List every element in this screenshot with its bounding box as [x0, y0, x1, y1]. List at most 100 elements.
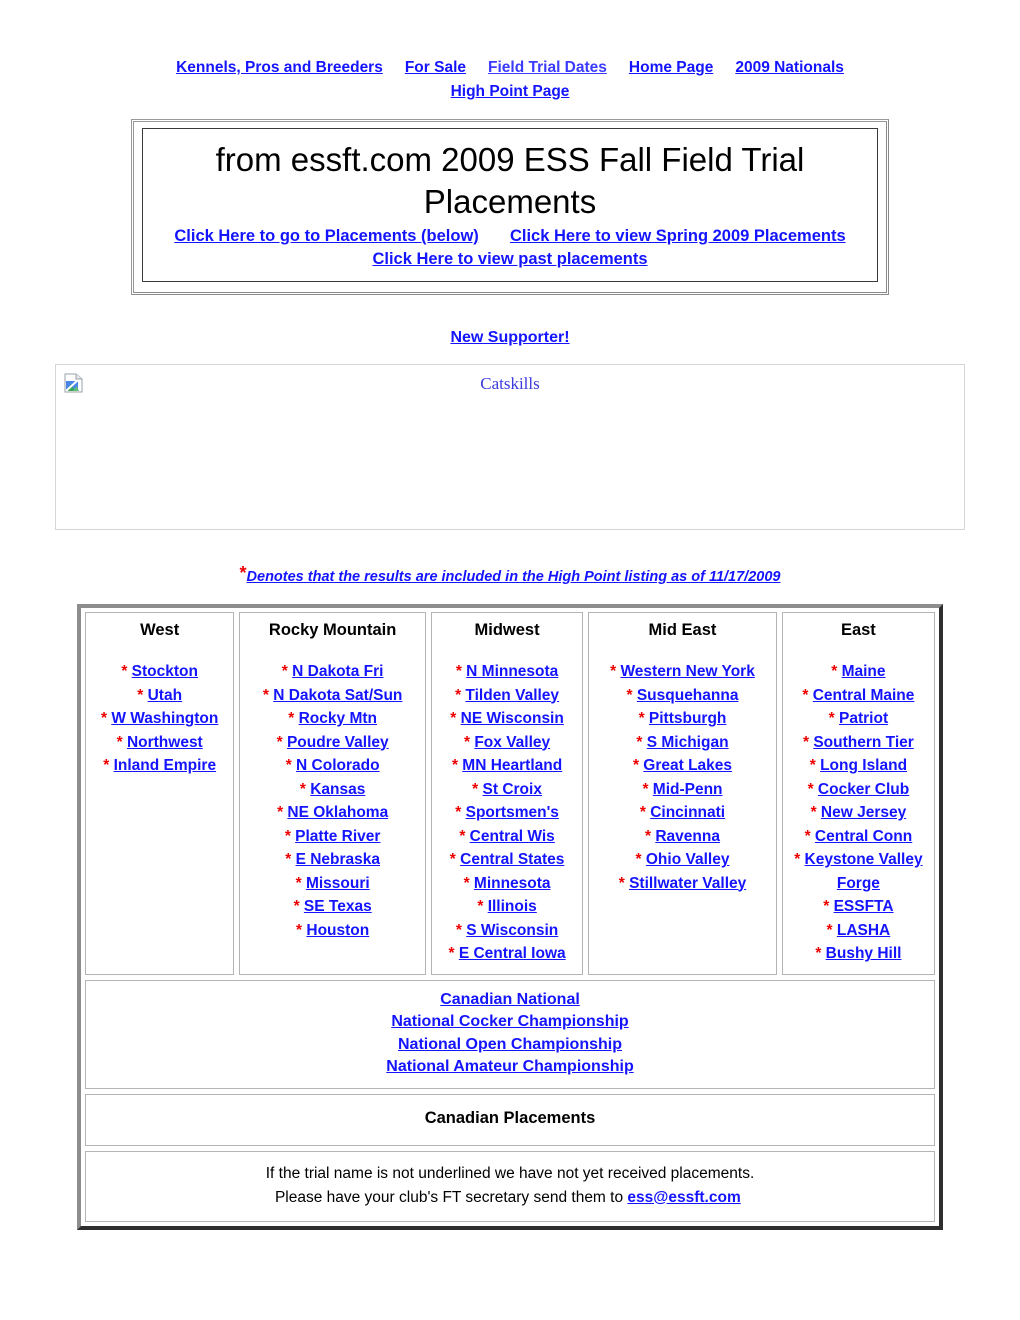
trial-link-central-conn[interactable]: Central Conn — [815, 828, 912, 845]
trial-link-cocker-club[interactable]: Cocker Club — [818, 781, 909, 798]
trial-link-southern-tier[interactable]: Southern Tier — [813, 734, 913, 751]
trial-link-n-dakota-fri[interactable]: N Dakota Fri — [292, 663, 383, 680]
trial-link-cincinnati[interactable]: Cincinnati — [650, 804, 725, 821]
trial-link-mn-heartland[interactable]: MN Heartland — [462, 757, 562, 774]
link-national-open-championship[interactable]: National Open Championship — [92, 1034, 928, 1057]
trial-link-tilden-valley[interactable]: Tilden Valley — [465, 687, 559, 704]
trial-link-n-dakota-sat-sun[interactable]: N Dakota Sat/Sun — [273, 687, 402, 704]
nav-link-home-page[interactable]: Home Page — [629, 59, 713, 76]
high-point-star: * — [299, 780, 311, 798]
trial-link-ravenna[interactable]: Ravenna — [655, 828, 720, 845]
high-point-star: * — [281, 663, 293, 680]
trial-list-item: * Utah — [90, 684, 229, 708]
trial-link-stockton[interactable]: Stockton — [132, 663, 198, 680]
note-line-1: If the trial name is not underlined we h… — [265, 1164, 755, 1182]
trial-link-s-wisconsin[interactable]: S Wisconsin — [466, 922, 558, 939]
trial-link-houston[interactable]: Houston — [306, 922, 369, 939]
trial-list-item: * Maine — [787, 660, 930, 684]
trial-list-item: * Mid-Penn — [593, 778, 772, 802]
trial-link-new-jersey[interactable]: New Jersey — [821, 804, 906, 821]
trial-link-kansas[interactable]: Kansas — [310, 781, 365, 798]
nav-row-primary: Kennels, Pros and Breeders For Sale Field … — [0, 56, 1020, 80]
trial-list-item: * Illinois — [436, 895, 578, 919]
trial-link-great-lakes[interactable]: Great Lakes — [643, 757, 732, 774]
trial-link-fox-valley[interactable]: Fox Valley — [474, 734, 550, 751]
trial-list-item: * Platte River — [244, 825, 421, 849]
trial-list-item: * Western New York — [593, 660, 772, 684]
high-point-star: * — [451, 757, 463, 774]
trial-link-missouri[interactable]: Missouri — [306, 875, 370, 892]
link-national-amateur-championship[interactable]: National Amateur Championship — [92, 1056, 928, 1079]
trial-list-item: * Pittsburgh — [593, 707, 772, 731]
trial-list-item: * Great Lakes — [593, 754, 772, 778]
nav-link-kennels-pros-and-breeders[interactable]: Kennels, Pros and Breeders — [176, 59, 383, 76]
trial-link-poudre-valley[interactable]: Poudre Valley — [287, 734, 389, 751]
trial-list-item: * Central Maine — [787, 684, 930, 708]
trial-link-ohio-valley[interactable]: Ohio Valley — [646, 851, 730, 868]
trial-link-lasha[interactable]: LASHA — [837, 922, 890, 939]
nav-link-field-trial-dates[interactable]: Field Trial Dates — [488, 59, 607, 76]
trial-link-mid-penn[interactable]: Mid-Penn — [653, 781, 723, 798]
trial-link-n-minnesota[interactable]: N Minnesota — [466, 663, 558, 680]
trial-link-e-central-iowa[interactable]: E Central Iowa — [459, 945, 566, 962]
link-national-cocker-championship[interactable]: National Cocker Championship — [92, 1011, 928, 1034]
trial-link-central-maine[interactable]: Central Maine — [813, 687, 915, 704]
trial-link-utah[interactable]: Utah — [148, 687, 182, 704]
trial-link-keystone-valley-forge[interactable]: Keystone Valley Forge — [805, 851, 923, 892]
trial-link-susquehanna[interactable]: Susquehanna — [637, 687, 739, 704]
trial-link-w-washington[interactable]: W Washington — [111, 710, 218, 727]
denotes-text[interactable]: Denotes that the results are included in… — [247, 569, 781, 585]
trial-link-sportsmen-s[interactable]: Sportsmen's — [466, 804, 559, 821]
high-point-star: * — [459, 827, 470, 845]
trial-link-patriot[interactable]: Patriot — [839, 710, 888, 727]
trial-link-ne-wisconsin[interactable]: NE Wisconsin — [461, 710, 564, 727]
high-point-star: * — [293, 898, 304, 915]
trial-link-minnesota[interactable]: Minnesota — [474, 875, 551, 892]
trial-link-pittsburgh[interactable]: Pittsburgh — [649, 710, 727, 727]
trial-list-item: * Central States — [436, 848, 578, 872]
link-view-spring-2009-placements[interactable]: Click Here to view Spring 2009 Placement… — [510, 227, 846, 245]
high-point-star: * — [826, 921, 837, 939]
trial-link-inland-empire[interactable]: Inland Empire — [114, 757, 217, 774]
placements-columns-row: West * Stockton * Utah * W Washington * Nort… — [85, 612, 936, 975]
trial-list-item: * Bushy Hill — [787, 942, 930, 966]
national-championships-cell: Canadian National National Cocker Champio… — [85, 979, 935, 1089]
trial-link-st-croix[interactable]: St Croix — [483, 781, 542, 798]
trial-link-western-new-york[interactable]: Western New York — [620, 663, 754, 680]
trial-link-platte-river[interactable]: Platte River — [295, 828, 380, 845]
nav-link-high-point-page[interactable]: High Point Page — [451, 83, 570, 100]
high-point-star: * — [610, 663, 621, 680]
trial-link-stillwater-valley[interactable]: Stillwater Valley — [629, 875, 746, 892]
trial-link-n-colorado[interactable]: N Colorado — [296, 757, 380, 774]
trial-link-maine[interactable]: Maine — [842, 663, 886, 680]
link-new-supporter[interactable]: New Supporter! — [450, 329, 569, 346]
nav-link-2009-nationals[interactable]: 2009 Nationals — [735, 59, 844, 76]
trial-link-s-michigan[interactable]: S Michigan — [647, 734, 729, 751]
trial-link-illinois[interactable]: Illinois — [488, 898, 537, 915]
nav-link-for-sale[interactable]: For Sale — [405, 59, 466, 76]
trial-link-northwest[interactable]: Northwest — [127, 734, 203, 751]
link-view-past-placements[interactable]: Click Here to view past placements — [372, 250, 647, 268]
link-email-ess[interactable]: ess@essft.com — [627, 1189, 740, 1206]
trial-list-item: * Central Wis — [436, 825, 578, 849]
high-point-star: * — [455, 921, 467, 939]
column-header-midwest: Midwest — [474, 621, 540, 639]
trial-link-long-island[interactable]: Long Island — [820, 757, 907, 774]
trial-link-bushy-hill[interactable]: Bushy Hill — [826, 945, 902, 962]
trial-link-ne-oklahoma[interactable]: NE Oklahoma — [287, 804, 388, 821]
trial-link-essfta[interactable]: ESSFTA — [834, 898, 894, 915]
trial-link-e-nebraska[interactable]: E Nebraska — [296, 851, 380, 868]
trial-link-central-states[interactable]: Central States — [460, 851, 564, 868]
link-canadian-national[interactable]: Canadian National — [92, 989, 928, 1012]
trial-list-item: * Minnesota — [436, 872, 578, 896]
trial-link-se-texas[interactable]: SE Texas — [304, 898, 372, 915]
trial-list-item: * Southern Tier — [787, 731, 930, 755]
high-point-star: * — [121, 663, 132, 680]
high-point-star: * — [455, 686, 466, 704]
link-go-to-placements[interactable]: Click Here to go to Placements (below) — [174, 227, 478, 245]
trial-link-central-wis[interactable]: Central Wis — [470, 828, 555, 845]
high-point-star: * — [103, 757, 114, 774]
high-point-star: * — [823, 898, 834, 915]
column-header-west: West — [140, 621, 180, 639]
trial-link-rocky-mtn[interactable]: Rocky Mtn — [299, 710, 377, 727]
